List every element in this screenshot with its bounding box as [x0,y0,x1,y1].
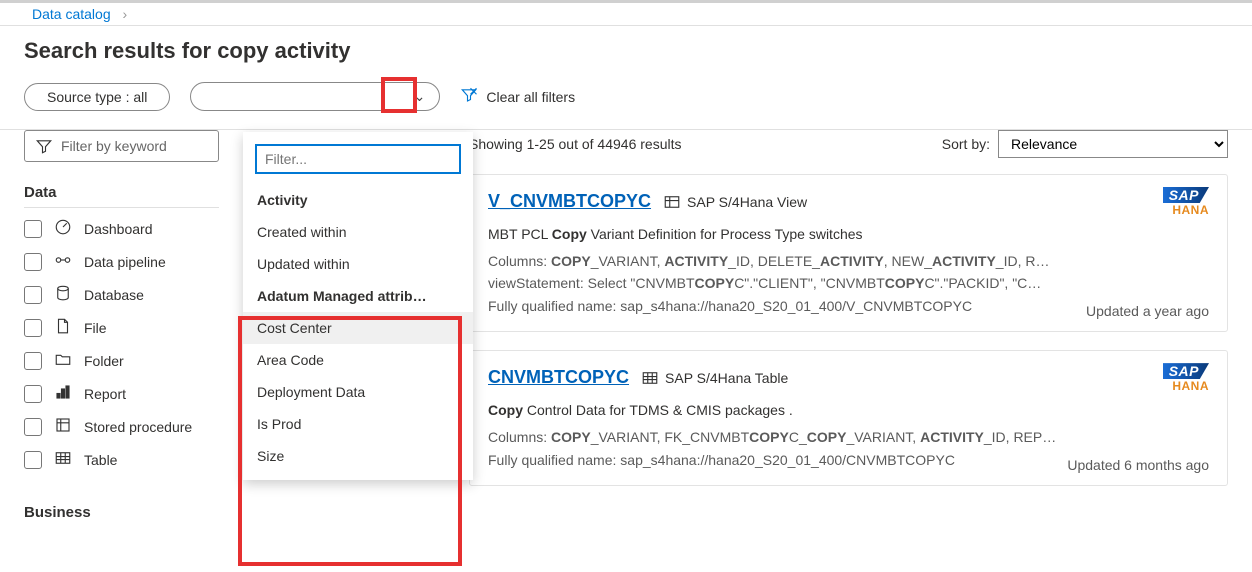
sap-badge: SAP HANA [1163,187,1209,217]
results-count: Showing 1-25 out of 44946 results [469,136,681,152]
database-icon [54,284,72,305]
checkbox[interactable] [24,253,42,271]
result-description: MBT PCL Copy Variant Definition for Proc… [488,226,1209,242]
facet-file[interactable]: File [24,311,219,344]
view-icon [663,193,681,211]
table-icon [54,449,72,470]
checkbox[interactable] [24,385,42,403]
filter-icon [35,137,53,155]
facet-database[interactable]: Database [24,278,219,311]
checkbox[interactable] [24,286,42,304]
clear-filter-icon [460,86,478,107]
facet-report[interactable]: Report [24,377,219,410]
result-title[interactable]: V_CNVMBTCOPYC [488,191,651,212]
dropdown-item-deployment-data[interactable]: Deployment Data [243,376,473,408]
result-subtype: SAP S/4Hana View [663,193,807,211]
result-subtype: SAP S/4Hana Table [641,369,788,387]
sap-badge: SAP HANA [1163,363,1209,393]
dropdown-section-activity: Activity [243,184,473,216]
folder-icon [54,350,72,371]
dropdown-item-size[interactable]: Size [243,440,473,472]
sort-select[interactable]: Relevance [998,130,1228,158]
facet-data-pipeline[interactable]: Data pipeline [24,245,219,278]
result-title[interactable]: CNVMBTCOPYC [488,367,629,388]
result-updated: Updated 6 months ago [1067,457,1209,473]
result-updated: Updated a year ago [1086,303,1209,319]
facet-group-business: Business [24,504,219,527]
checkbox[interactable] [24,418,42,436]
left-sidebar: Filter by keyword Data Dashboard Data pi… [24,130,219,531]
file-icon [54,317,72,338]
dropdown-item-updated-within[interactable]: Updated within [243,248,473,280]
source-type-chip[interactable]: Source type : all [24,83,170,111]
result-description: Copy Control Data for TDMS & CMIS packag… [488,402,1209,418]
breadcrumb: Data catalog › [0,3,1252,25]
filter-dropdown-panel: Activity Created within Updated within A… [243,132,473,480]
sort-label: Sort by: [942,136,990,152]
facet-group-data: Data [24,184,219,208]
page-title: Search results for copy activity [24,38,1232,64]
dashboard-icon [54,218,72,239]
dropdown-item-created-within[interactable]: Created within [243,216,473,248]
dropdown-item-area-code[interactable]: Area Code [243,344,473,376]
dropdown-filter-input[interactable] [255,144,461,174]
checkbox[interactable] [24,319,42,337]
chevron-right-icon: › [123,6,128,22]
facet-dashboard[interactable]: Dashboard [24,212,219,245]
dropdown-item-cost-center[interactable]: Cost Center [243,312,473,344]
facet-folder[interactable]: Folder [24,344,219,377]
dropdown-item-is-prod[interactable]: Is Prod [243,408,473,440]
table-icon [641,369,659,387]
clear-all-filters[interactable]: Clear all filters [460,86,575,107]
facet-stored-procedure[interactable]: Stored procedure [24,410,219,443]
facet-table[interactable]: Table [24,443,219,476]
result-card[interactable]: SAP HANA CNVMBTCOPYC SAP S/4Hana Table C… [469,350,1228,486]
stored-procedure-icon [54,416,72,437]
checkbox[interactable] [24,220,42,238]
filter-keyword-input[interactable]: Filter by keyword [24,130,219,162]
dropdown-section-adatum: Adatum Managed attrib… [243,280,473,312]
result-card[interactable]: SAP HANA V_CNVMBTCOPYC SAP S/4Hana View … [469,174,1228,332]
pipeline-icon [54,251,72,272]
filter-dropdown-chip[interactable]: ⌄ [190,82,440,111]
breadcrumb-root[interactable]: Data catalog [32,6,111,22]
report-icon [54,383,72,404]
chevron-down-icon: ⌄ [414,88,426,105]
checkbox[interactable] [24,352,42,370]
checkbox[interactable] [24,451,42,469]
